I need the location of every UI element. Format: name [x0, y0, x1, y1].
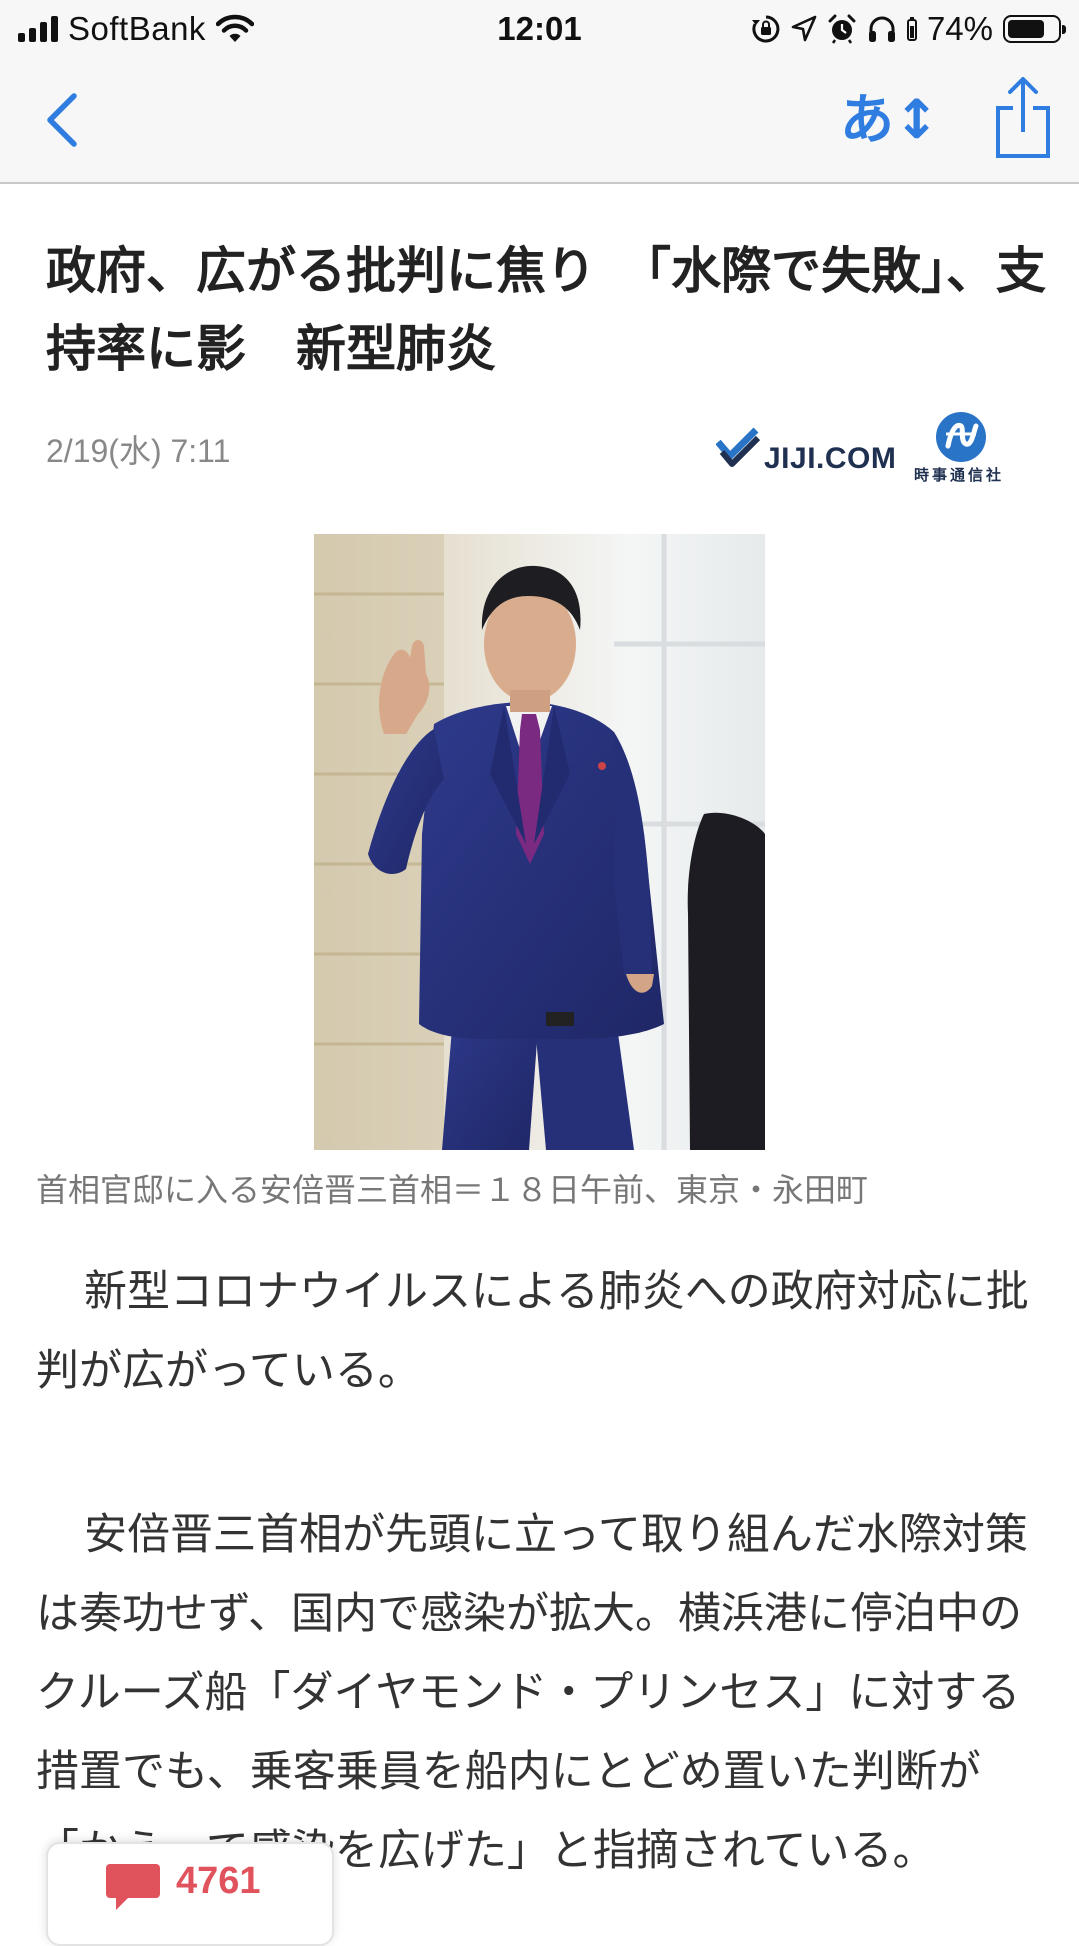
publisher-logo-subtext: 時事通信社: [914, 466, 1005, 484]
comments-button[interactable]: 4761: [46, 1842, 334, 1946]
article: 政府、広がる批判に焦り 「水際で失敗」、支持率に影 新型肺炎 2/19(水) 7…: [0, 0, 1079, 1920]
article-date: 2/19(水) 7:11: [46, 433, 231, 469]
article-photo[interactable]: [314, 534, 765, 1150]
publisher-logo-text: JIJI.COM: [764, 442, 897, 475]
article-headline: 政府、広がる批判に焦り 「水際で失敗」、支持率に影 新型肺炎: [46, 242, 1046, 378]
article-paragraph-2: 安倍晋三首相が先頭に立って取り組んだ水際対策は奏功せず、国内で感染が拡大。横浜港…: [36, 1510, 1028, 1876]
comment-count: 4761: [176, 1860, 261, 1902]
jiji-seal-icon: [936, 412, 986, 462]
comment-bubble-icon: [106, 1864, 160, 1910]
photo-caption: 首相官邸に入る安倍晋三首相＝１８日午前、東京・永田町: [36, 1171, 869, 1209]
publisher-logo[interactable]: JIJI.COM 時事通信社: [716, 412, 1016, 490]
jiji-check-icon: [716, 427, 761, 467]
article-paragraph-1: 新型コロナウイルスによる肺炎への政府対応に批判が広がっている。: [36, 1267, 1029, 1396]
